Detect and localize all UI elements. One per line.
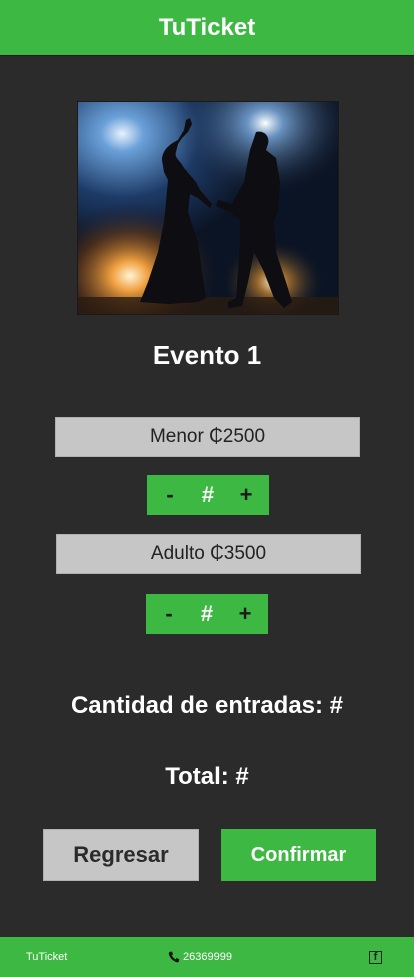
event-image [77, 101, 339, 315]
quantity-value: # [201, 482, 215, 507]
app-footer: TuTicket 26369999 f [0, 937, 414, 977]
decrement-button[interactable]: - [160, 601, 178, 627]
increment-button[interactable]: + [236, 601, 254, 627]
footer-brand: TuTicket [26, 951, 68, 963]
phone-icon [168, 951, 180, 963]
back-button[interactable]: Regresar [43, 829, 199, 881]
event-title: Evento 1 [152, 340, 262, 370]
increment-button[interactable]: + [237, 482, 255, 508]
ticket-type-menor: Menor ₵2500 [55, 417, 360, 457]
decrement-button[interactable]: - [161, 482, 179, 508]
footer-phone: 26369999 [168, 951, 232, 963]
confirm-button[interactable]: Confirmar [221, 829, 376, 881]
quantity-stepper-menor: - # + [147, 475, 269, 515]
ticket-count-text: Cantidad de entradas: # [70, 692, 344, 719]
facebook-icon[interactable]: f [369, 951, 382, 964]
quantity-value: # [200, 601, 214, 626]
app-header: TuTicket [0, 0, 414, 56]
total-text: Total: # [165, 763, 249, 790]
phone-number: 26369999 [183, 951, 232, 963]
ticket-type-adulto: Adulto ₵3500 [56, 534, 361, 574]
app-title: TuTicket [158, 13, 256, 41]
quantity-stepper-adulto: - # + [146, 594, 268, 634]
